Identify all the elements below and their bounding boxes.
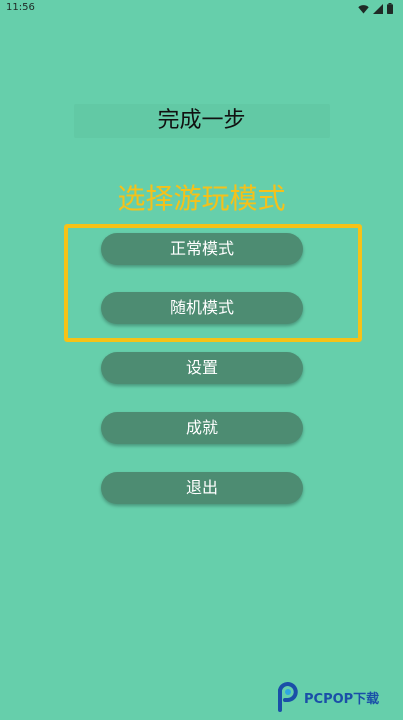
watermark-text: PCPOP下载 [304,691,380,707]
exit-button[interactable]: 退出 [101,472,303,504]
status-bar: 11:56 [0,0,403,18]
watermark: PCPOP下载 [276,682,379,712]
achievements-button[interactable]: 成就 [101,412,303,444]
battery-icon [387,3,393,14]
pcpop-logo-icon [278,682,298,712]
random-mode-button[interactable]: 随机模式 [101,292,303,324]
normal-mode-button[interactable]: 正常模式 [101,233,303,265]
status-icons [358,3,393,14]
wifi-icon [358,4,369,13]
mode-select-heading: 选择游玩模式 [117,182,286,215]
signal-icon [373,3,383,14]
status-time: 11:56 [6,2,35,13]
page-title: 完成一步 [157,108,246,133]
settings-button[interactable]: 设置 [101,352,303,384]
